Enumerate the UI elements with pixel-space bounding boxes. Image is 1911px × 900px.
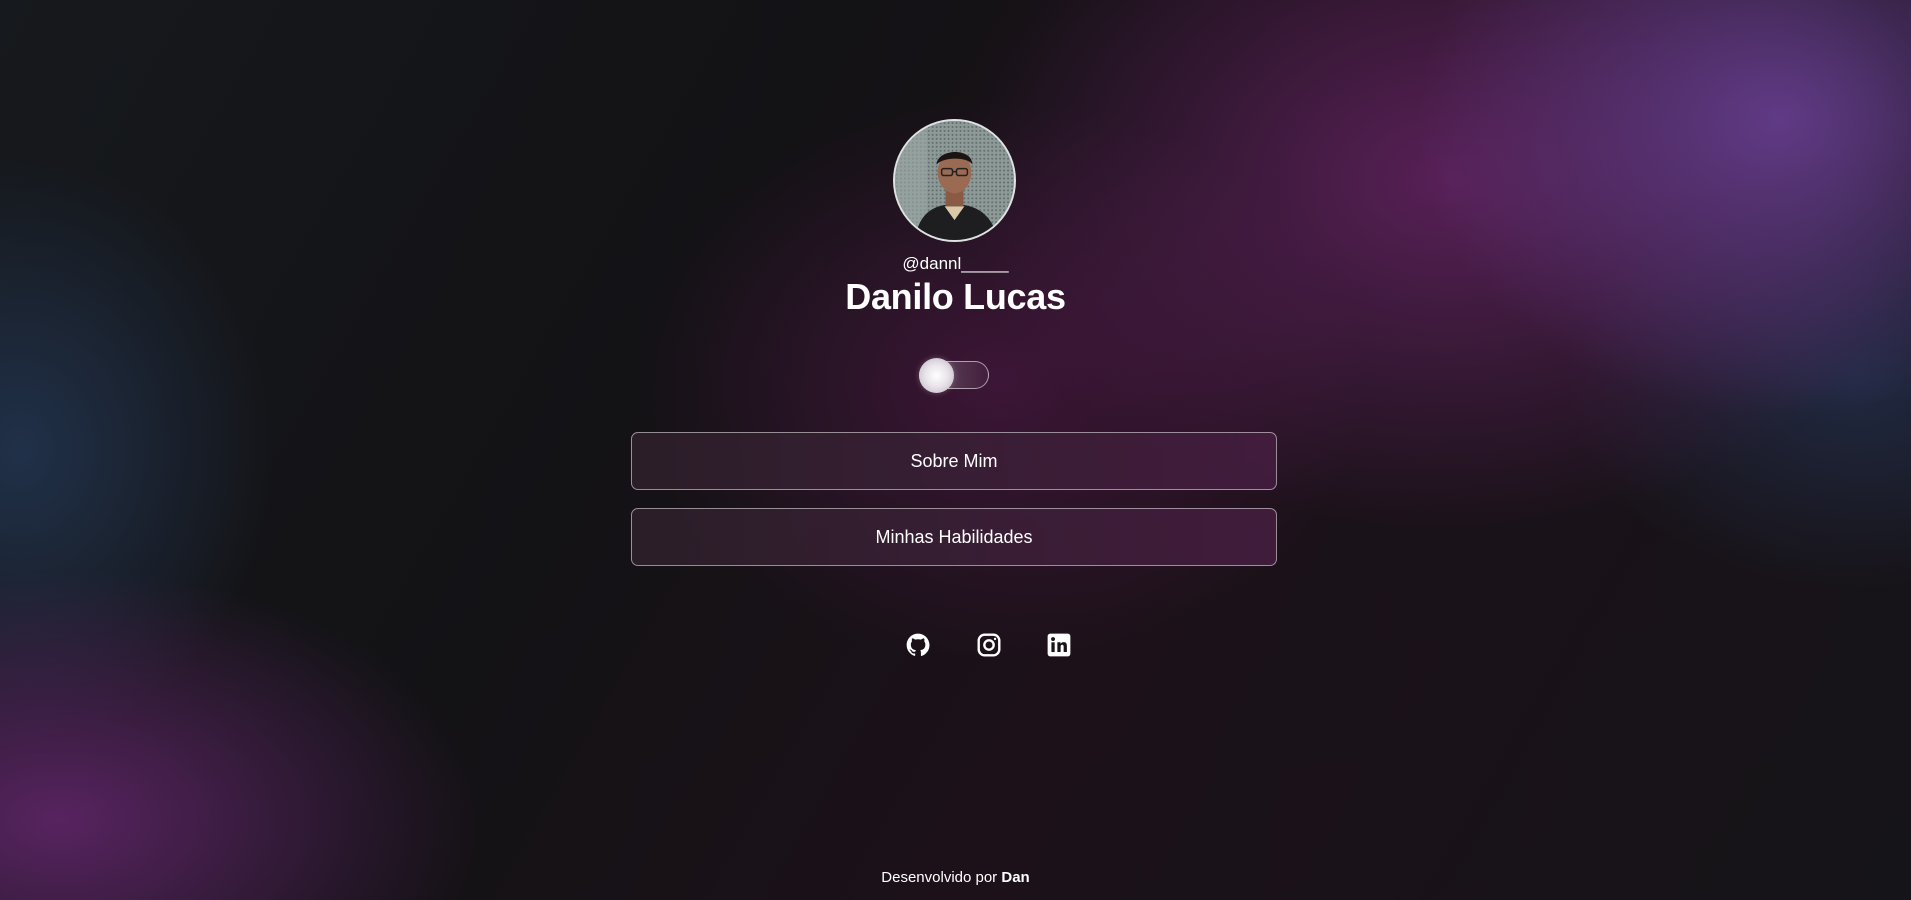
about-me-button[interactable]: Sobre Mim (631, 432, 1277, 490)
footer-prefix: Desenvolvido por (881, 869, 998, 886)
skills-button[interactable]: Minhas Habilidades (631, 508, 1277, 566)
theme-toggle[interactable] (919, 358, 989, 393)
toggle-knob[interactable] (919, 358, 954, 393)
profile-name: Danilo Lucas (845, 276, 1066, 317)
footer: Desenvolvido por Dan (0, 869, 1911, 887)
profile-photo (895, 121, 1014, 240)
footer-author[interactable]: Dan (1001, 869, 1029, 886)
instagram-icon[interactable] (976, 632, 1002, 658)
social-links (0, 632, 1911, 658)
linkedin-icon[interactable] (1046, 632, 1072, 658)
github-icon[interactable] (905, 632, 931, 658)
avatar (893, 119, 1016, 242)
profile-handle: @dannl_____ (902, 254, 1009, 273)
